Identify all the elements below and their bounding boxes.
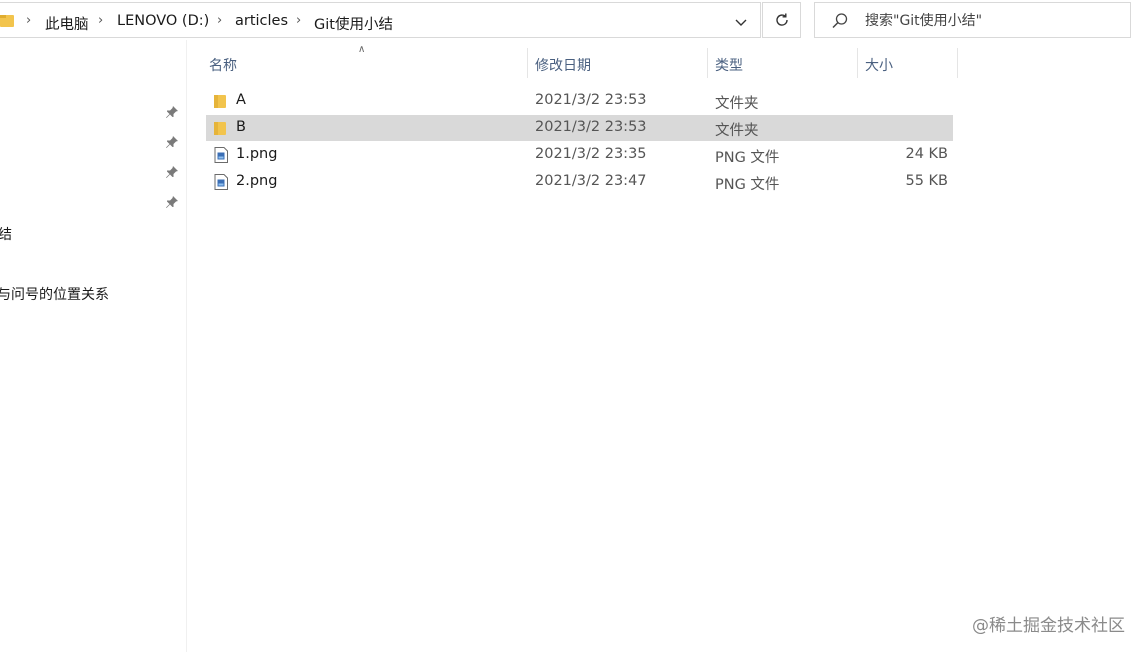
pin-icon <box>166 106 178 118</box>
file-row[interactable]: B 2021/3/2 23:53 文件夹 <box>206 115 953 141</box>
file-date: 2021/3/2 23:53 <box>535 92 647 108</box>
chevron-right-icon[interactable]: › <box>296 13 301 28</box>
png-file-icon <box>214 174 228 190</box>
file-name: 2.png <box>236 173 278 189</box>
column-header-date[interactable]: 修改日期 <box>535 55 591 75</box>
breadcrumb-drive[interactable]: LENOVO (D:) <box>117 13 209 29</box>
file-size: 24 KB <box>905 146 948 162</box>
file-type: PNG 文件 <box>715 177 780 193</box>
column-divider[interactable] <box>857 48 858 78</box>
nav-item-quick-access-1[interactable]: 结 <box>0 224 12 244</box>
file-name: A <box>236 92 246 108</box>
column-header-type[interactable]: 类型 <box>715 55 743 75</box>
file-row[interactable]: 1.png 2021/3/2 23:35 PNG 文件 24 KB <box>206 142 953 168</box>
folder-icon <box>214 95 226 108</box>
column-divider[interactable] <box>957 48 958 78</box>
file-size: 55 KB <box>905 173 948 189</box>
file-name: B <box>236 119 246 135</box>
png-file-icon <box>214 147 228 163</box>
navigation-pane <box>0 40 186 652</box>
file-type: 文件夹 <box>715 96 759 112</box>
chevron-right-icon[interactable]: › <box>98 13 103 28</box>
refresh-icon <box>775 13 788 26</box>
refresh-button[interactable] <box>762 2 801 38</box>
file-row[interactable]: 2.png 2021/3/2 23:47 PNG 文件 55 KB <box>206 169 953 195</box>
file-row[interactable]: A 2021/3/2 23:53 文件夹 <box>206 88 953 114</box>
search-input[interactable] <box>865 11 1115 31</box>
pin-icon <box>166 136 178 148</box>
sort-ascending-icon: ∧ <box>358 44 366 55</box>
address-history-button[interactable] <box>731 13 751 33</box>
search-box[interactable] <box>814 2 1131 38</box>
file-name: 1.png <box>236 146 278 162</box>
column-header-size[interactable]: 大小 <box>865 55 893 75</box>
chevron-down-icon <box>735 19 747 26</box>
search-icon <box>832 13 848 29</box>
breadcrumb-articles[interactable]: articles <box>235 13 288 29</box>
nav-item-quick-access-2[interactable]: 与问号的位置关系 <box>0 284 109 304</box>
chevron-right-icon[interactable]: › <box>26 13 31 28</box>
address-row: › 此电脑 › LENOVO (D:) › articles › Git使用小结 <box>0 0 1143 40</box>
pin-icon <box>166 166 178 178</box>
file-date: 2021/3/2 23:53 <box>535 119 647 135</box>
breadcrumb-current-folder[interactable]: Git使用小结 <box>314 13 393 34</box>
file-type: 文件夹 <box>715 123 759 139</box>
chevron-right-icon[interactable]: › <box>217 13 222 28</box>
column-divider[interactable] <box>707 48 708 78</box>
nav-pane-divider[interactable] <box>186 40 187 652</box>
file-date: 2021/3/2 23:47 <box>535 173 647 189</box>
column-header-name[interactable]: 名称 <box>209 55 237 75</box>
folder-icon <box>0 15 14 27</box>
watermark: @稀土掘金技术社区 <box>972 616 1125 636</box>
file-type: PNG 文件 <box>715 150 780 166</box>
address-bar[interactable]: › 此电脑 › LENOVO (D:) › articles › Git使用小结 <box>0 2 761 38</box>
folder-icon <box>214 122 226 135</box>
breadcrumb-this-pc[interactable]: 此电脑 <box>45 13 89 34</box>
column-divider[interactable] <box>527 48 528 78</box>
file-date: 2021/3/2 23:35 <box>535 146 647 162</box>
pin-icon <box>166 196 178 208</box>
